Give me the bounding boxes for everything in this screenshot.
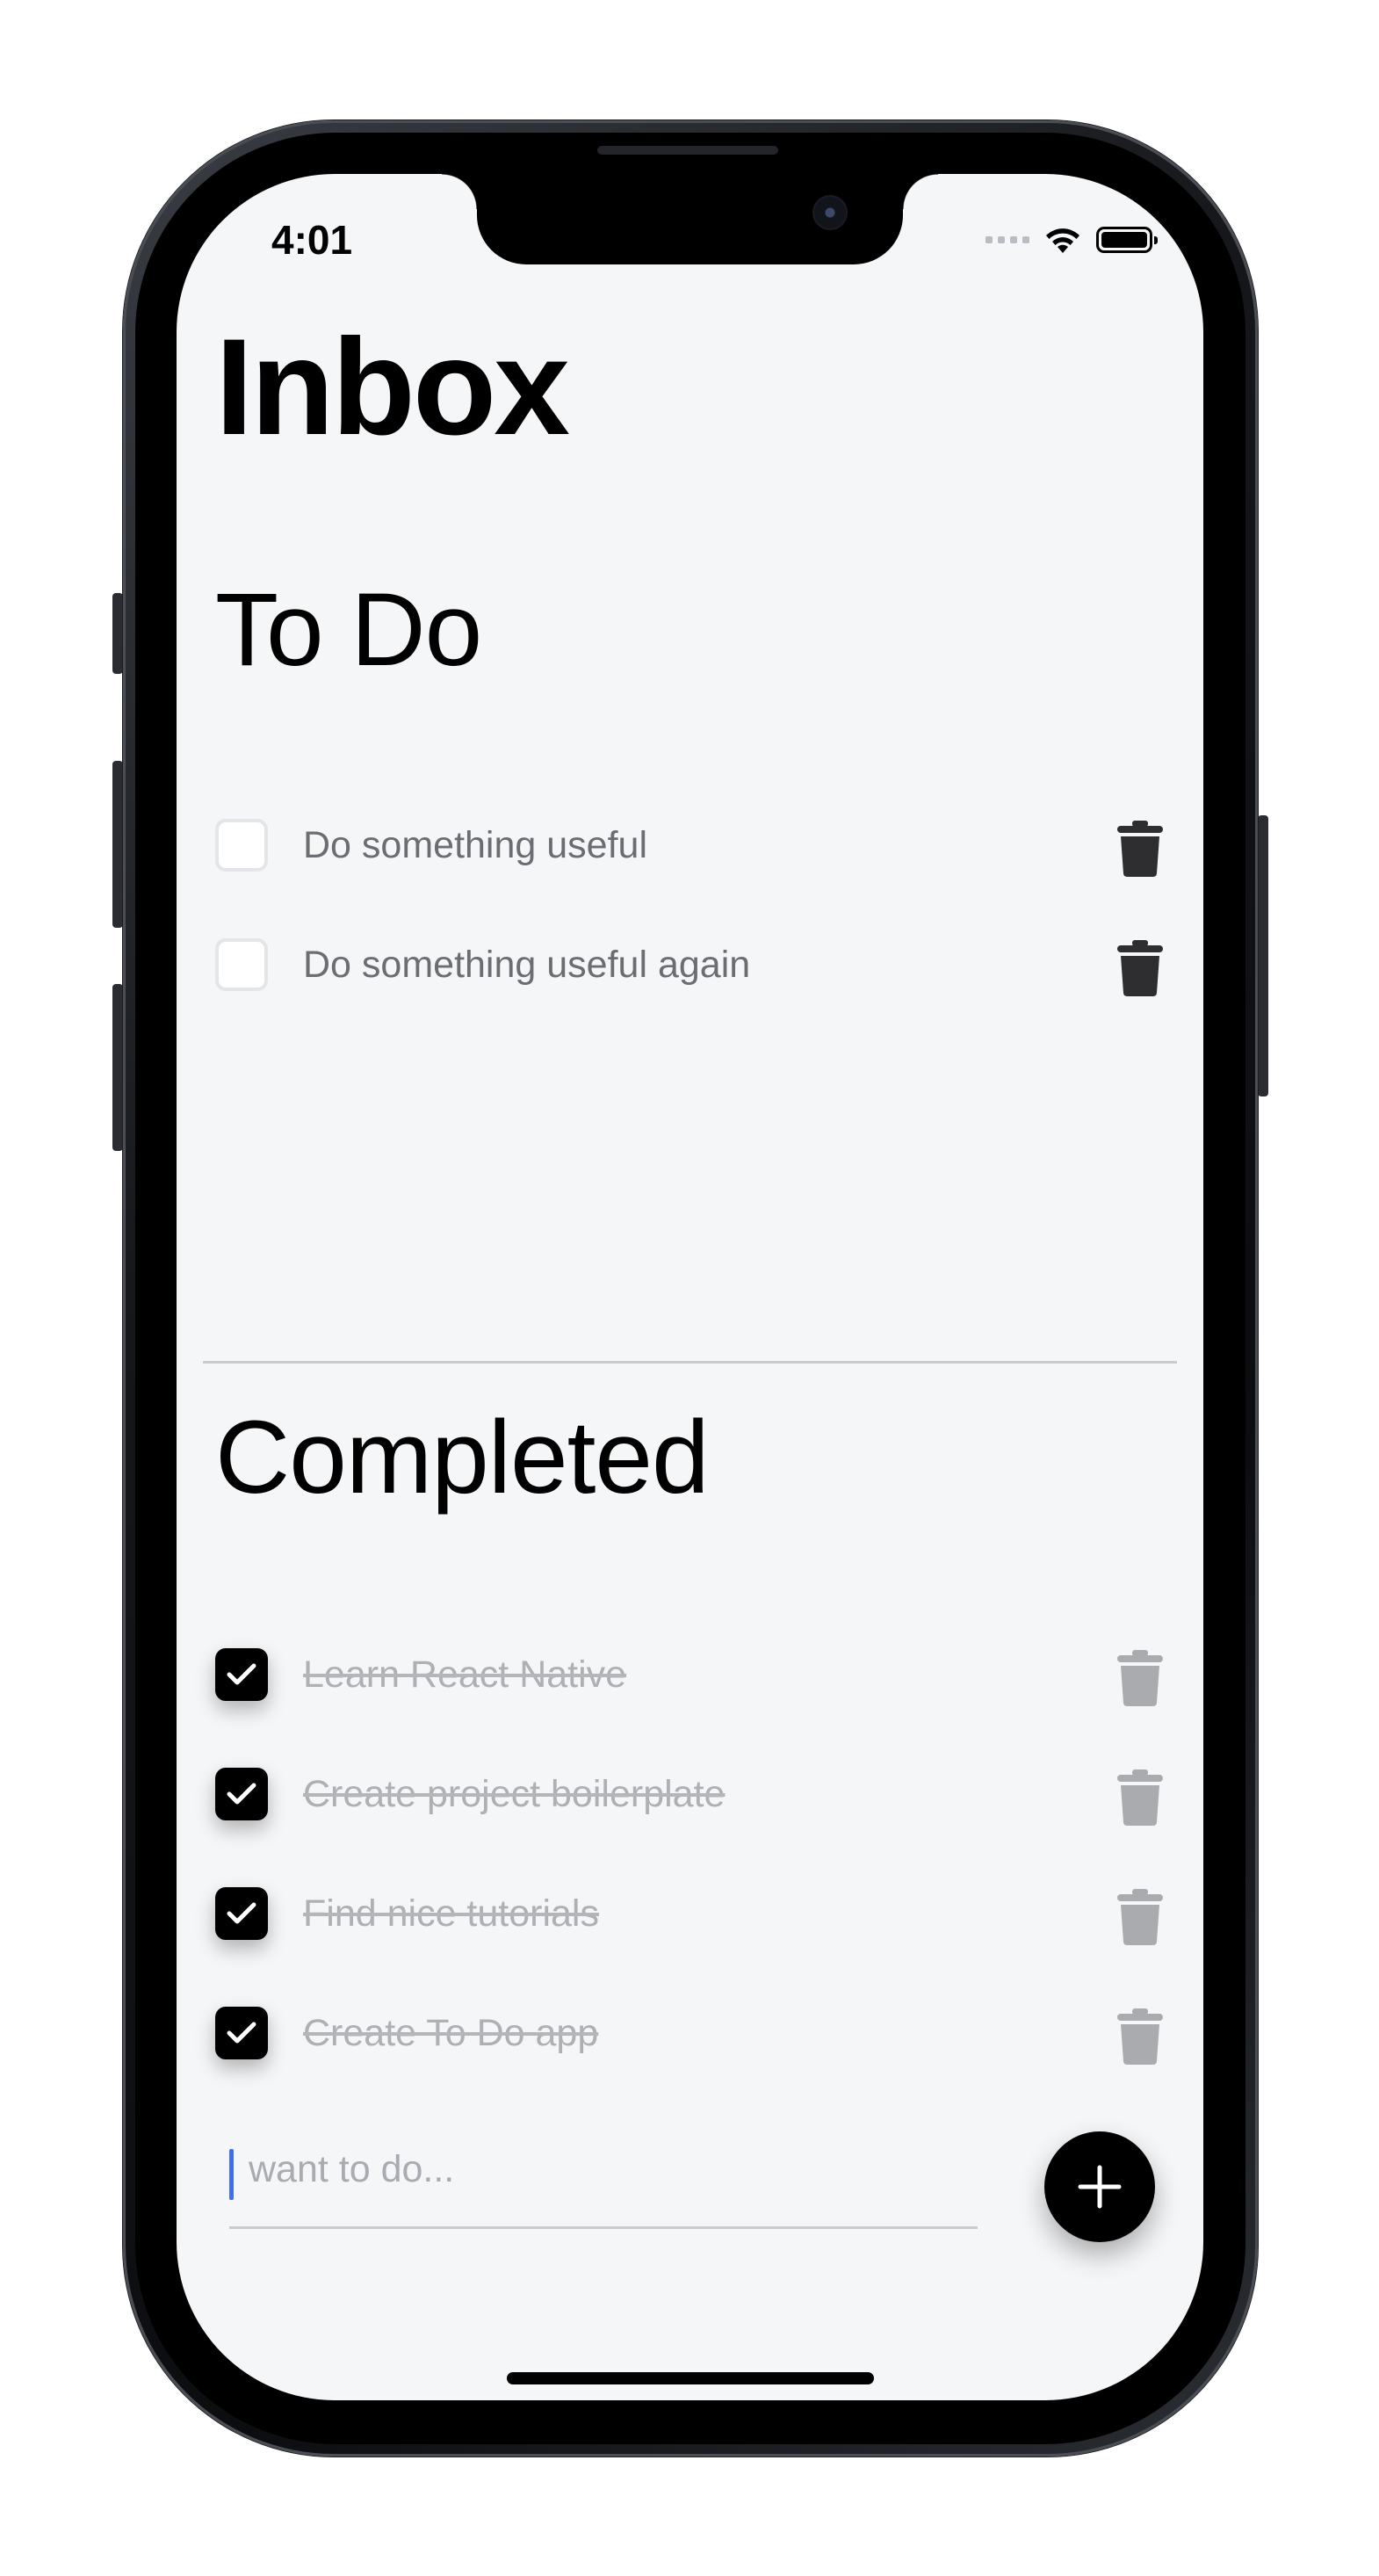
list-item: Learn React Native xyxy=(215,1615,1165,1734)
task-checkbox[interactable] xyxy=(215,1887,268,1940)
battery-icon xyxy=(1096,227,1158,253)
section-divider xyxy=(203,1361,1177,1364)
status-time: 4:01 xyxy=(271,217,353,263)
silent-switch xyxy=(112,593,123,674)
task-label[interactable]: Learn React Native xyxy=(303,1653,626,1697)
task-label[interactable]: Create project boilerplate xyxy=(303,1773,725,1816)
checkmark-icon xyxy=(227,1783,256,1805)
list-item: Do something useful xyxy=(215,785,1165,905)
status-icons xyxy=(986,225,1158,255)
front-camera-icon xyxy=(812,195,848,230)
todo-list: Do something useful Do something useful … xyxy=(215,785,1165,1024)
task-label[interactable]: Find nice tutorials xyxy=(303,1892,599,1936)
home-indicator[interactable] xyxy=(507,2372,874,2384)
task-checkbox[interactable] xyxy=(215,1648,268,1701)
task-checkbox[interactable] xyxy=(215,2007,268,2059)
wifi-icon xyxy=(1046,228,1079,253)
checkmark-icon xyxy=(227,1902,256,1924)
volume-down-button xyxy=(112,984,123,1151)
list-item: Do something useful again xyxy=(215,905,1165,1024)
checkmark-icon xyxy=(227,1663,256,1685)
page-title: Inbox xyxy=(215,311,570,464)
new-task-field xyxy=(229,2114,978,2229)
signal-icon xyxy=(986,236,1029,243)
section-title-todo: To Do xyxy=(215,572,482,688)
task-checkbox[interactable] xyxy=(215,819,268,872)
trash-icon[interactable] xyxy=(1115,821,1165,877)
completed-list: Learn React Native Create project boiler… xyxy=(215,1615,1165,2093)
notch xyxy=(442,174,938,264)
task-label[interactable]: Do something useful xyxy=(303,824,647,867)
task-label[interactable]: Do something useful again xyxy=(303,944,750,987)
trash-icon[interactable] xyxy=(1115,1650,1165,1706)
section-title-completed: Completed xyxy=(215,1400,710,1516)
task-checkbox[interactable] xyxy=(215,938,268,991)
list-item: Create To Do app xyxy=(215,1973,1165,2093)
add-task-button[interactable] xyxy=(1044,2131,1155,2242)
volume-up-button xyxy=(112,761,123,928)
list-item: Find nice tutorials xyxy=(215,1854,1165,1973)
task-checkbox[interactable] xyxy=(215,1768,268,1820)
plus-icon xyxy=(1078,2165,1122,2209)
app-screen: 4:01 Inbox To Do Do something useful Do … xyxy=(177,174,1203,2400)
text-cursor xyxy=(229,2149,234,2200)
trash-icon[interactable] xyxy=(1115,940,1165,996)
trash-icon[interactable] xyxy=(1115,1769,1165,1826)
earpiece-speaker xyxy=(597,146,778,155)
new-task-input[interactable] xyxy=(247,2114,971,2225)
trash-icon[interactable] xyxy=(1115,1889,1165,1945)
trash-icon[interactable] xyxy=(1115,2008,1165,2065)
checkmark-icon xyxy=(227,2022,256,2044)
task-label[interactable]: Create To Do app xyxy=(303,2012,598,2055)
power-button xyxy=(1258,815,1268,1096)
list-item: Create project boilerplate xyxy=(215,1734,1165,1854)
